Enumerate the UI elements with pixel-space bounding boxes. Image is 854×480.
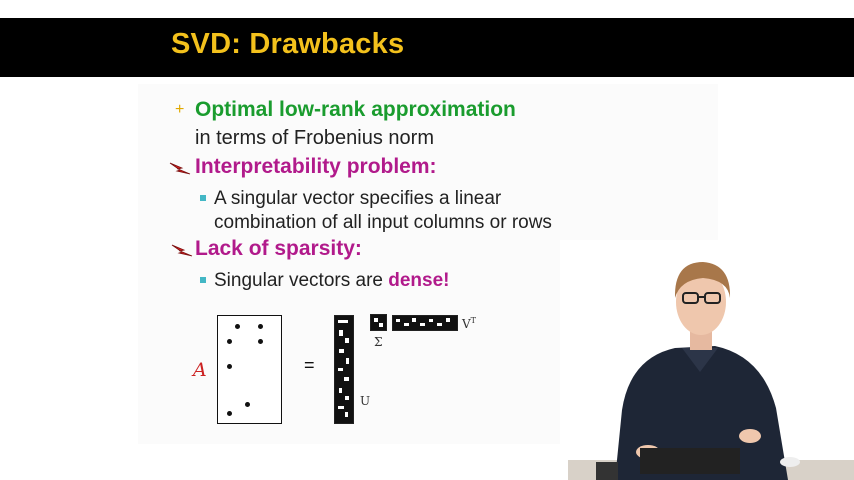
sub-bullet-dense-text: Singular vectors are — [214, 270, 389, 291]
matrix-u-cell — [346, 358, 349, 364]
bullet-sparsity: Lack of sparsity: — [195, 237, 362, 260]
matrix-entry — [227, 411, 232, 416]
sigma-label: Σ — [374, 335, 383, 349]
sub-bullet-marker — [200, 277, 206, 283]
lightning-bolt-icon — [169, 162, 191, 175]
matrix-u-cell — [338, 368, 343, 371]
sub-bullet-singular-vector-cont: combination of all input columns or rows — [214, 212, 552, 233]
sub-bullet-marker — [200, 195, 206, 201]
matrix-vt-cell — [412, 318, 416, 322]
handwritten-a-label: A — [193, 359, 207, 381]
matrix-vt-cell — [429, 319, 433, 322]
u-label: U — [360, 394, 371, 408]
matrix-vt-cell — [404, 323, 409, 326]
lightning-bolt-icon — [171, 244, 193, 257]
matrix-sigma-cell — [379, 323, 383, 327]
presenter-video — [560, 240, 854, 480]
bullet-optimal-cont: in terms of Frobenius norm — [195, 127, 434, 149]
title-bar — [0, 18, 854, 77]
matrix-u — [334, 315, 354, 424]
equals-sign: = — [304, 355, 315, 375]
vt-label: VT — [462, 316, 476, 331]
bullet-interpretability: Interpretability problem: — [195, 155, 437, 178]
vt-label-base: V — [462, 317, 471, 331]
matrix-u-cell — [339, 349, 344, 353]
matrix-u-cell — [345, 396, 349, 400]
matrix-u-cell — [344, 377, 349, 381]
dense-emphasis: dense! — [388, 270, 450, 291]
matrix-entry — [258, 339, 263, 344]
matrix-entry — [258, 324, 263, 329]
matrix-u-cell — [345, 412, 348, 417]
matrix-vt — [392, 315, 458, 331]
sub-bullet-dense: Singular vectors are dense! — [214, 270, 450, 292]
matrix-sigma-cell — [374, 318, 378, 322]
matrix-u-cell — [345, 338, 349, 343]
matrix-u-cell — [339, 388, 342, 393]
matrix-entry — [227, 339, 232, 344]
matrix-entry — [235, 324, 240, 329]
matrix-vt-cell — [437, 323, 442, 326]
matrix-entry — [245, 402, 250, 407]
sub-bullet-singular-vector: A singular vector specifies a linear — [214, 188, 502, 209]
matrix-u-cell — [338, 320, 348, 323]
vt-label-sup: T — [470, 316, 477, 325]
matrix-a — [217, 315, 282, 424]
matrix-entry — [227, 364, 232, 369]
matrix-u-cell — [339, 330, 343, 336]
matrix-vt-cell — [420, 323, 425, 326]
matrix-vt-cell — [396, 319, 400, 322]
matrix-vt-cell — [446, 318, 450, 322]
bullet-optimal: Optimal low-rank approximation — [195, 98, 516, 121]
matrix-u-cell — [338, 406, 344, 409]
matrix-sigma — [370, 314, 387, 331]
slide-title: SVD: Drawbacks — [171, 28, 405, 60]
plus-bullet-marker: + — [175, 101, 185, 118]
